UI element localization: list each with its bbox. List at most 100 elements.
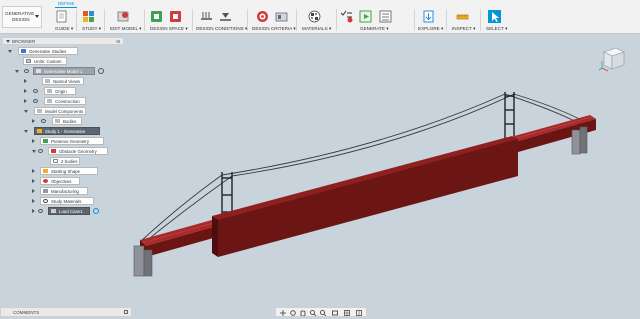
expand-icon[interactable] bbox=[24, 130, 28, 133]
expand-icon[interactable] bbox=[8, 50, 12, 53]
study-1-node[interactable]: Study 1 - Generative bbox=[34, 127, 100, 135]
tree-row[interactable]: Named Views bbox=[24, 77, 104, 85]
tree-label: Model Components bbox=[45, 109, 84, 114]
preserve-geometry-icon bbox=[43, 139, 48, 143]
expand-icon[interactable] bbox=[32, 150, 36, 153]
viewports-icon[interactable] bbox=[356, 310, 362, 316]
tree-row[interactable]: Model Components bbox=[24, 107, 104, 115]
expand-icon[interactable] bbox=[24, 110, 28, 113]
folder-icon bbox=[37, 109, 42, 113]
navigation-bar bbox=[275, 307, 367, 317]
tree-label: Study Materials bbox=[51, 199, 82, 204]
tree-row[interactable]: 2 bodies bbox=[42, 157, 122, 165]
load-case-1-node[interactable]: Load Case1 bbox=[48, 207, 90, 215]
block-end bbox=[212, 216, 218, 257]
expand-icon[interactable] bbox=[32, 169, 35, 173]
activate-target-icon[interactable] bbox=[98, 68, 104, 74]
expand-icon[interactable] bbox=[32, 199, 35, 203]
visibility-eye-icon[interactable] bbox=[38, 209, 43, 213]
tree-label: Study 1 - Generative bbox=[45, 129, 86, 134]
pan-hand-icon[interactable] bbox=[300, 310, 306, 316]
activate-target-icon[interactable] bbox=[93, 208, 99, 214]
obstacle-geometry-node[interactable]: Obstacle Geometry bbox=[48, 147, 108, 155]
visibility-eye-icon[interactable] bbox=[38, 149, 43, 153]
visibility-eye-icon[interactable] bbox=[33, 99, 38, 103]
viewcube[interactable] bbox=[598, 44, 628, 74]
tree-label: Construction bbox=[55, 99, 80, 104]
starting-shape-icon bbox=[43, 169, 48, 173]
tree-label: Bodies bbox=[63, 119, 77, 124]
tree-label: Preserve Geometry bbox=[51, 139, 90, 144]
move-icon[interactable] bbox=[280, 310, 286, 316]
tree-row[interactable]: Obstacle Geometry bbox=[32, 147, 122, 155]
tree-label: Objectives bbox=[51, 179, 72, 184]
generative-studies-node[interactable]: Generative Studies bbox=[18, 47, 78, 55]
studies-icon bbox=[21, 49, 26, 53]
tree-label: Starting Shape bbox=[51, 169, 81, 174]
tree-row[interactable]: Units: Custom bbox=[17, 57, 97, 65]
browser-title: BROWSER bbox=[12, 39, 36, 44]
tree-row[interactable]: Construction bbox=[24, 97, 104, 105]
expand-icon[interactable] bbox=[32, 119, 35, 123]
load-case-icon bbox=[51, 209, 56, 213]
expand-icon[interactable] bbox=[24, 99, 27, 103]
expand-icon[interactable] bbox=[24, 79, 27, 83]
bodies-node[interactable]: Bodies bbox=[52, 117, 82, 125]
tree-row[interactable]: Study 1 - Generative bbox=[24, 127, 124, 135]
folder-icon bbox=[55, 119, 60, 123]
collapse-triangle-icon[interactable] bbox=[6, 40, 10, 43]
tree-row[interactable]: Generative Studies bbox=[8, 47, 118, 55]
grid-snap-icon[interactable] bbox=[344, 310, 350, 316]
display-settings-icon[interactable] bbox=[332, 310, 338, 316]
folder-icon bbox=[45, 79, 50, 83]
left-abutment bbox=[133, 245, 153, 277]
model-components-node[interactable]: Model Components bbox=[34, 107, 86, 115]
expand-icon[interactable] bbox=[32, 139, 35, 143]
tree-row[interactable]: Objectives bbox=[32, 177, 122, 185]
objectives-icon bbox=[43, 179, 48, 183]
origin-node[interactable]: Origin bbox=[44, 87, 76, 95]
tree-label: Manufacturing bbox=[51, 189, 79, 194]
zoom-icon[interactable] bbox=[310, 310, 316, 316]
visibility-eye-icon[interactable] bbox=[33, 89, 38, 93]
preserve-geometry-node[interactable]: Preserve Geometry bbox=[40, 137, 104, 145]
tree-label: Load Case1 bbox=[59, 209, 83, 214]
tree-label: Generative Studies bbox=[29, 49, 67, 54]
study-materials-node[interactable]: Study Materials bbox=[40, 197, 94, 205]
manufacturing-node[interactable]: Manufacturing bbox=[40, 187, 88, 195]
tree-row[interactable]: Study Materials bbox=[32, 197, 122, 205]
right-abutment bbox=[571, 126, 588, 155]
objectives-node[interactable]: Objectives bbox=[40, 177, 80, 185]
construction-node[interactable]: Construction bbox=[44, 97, 86, 105]
expand-icon[interactable] bbox=[32, 179, 35, 183]
right-tower bbox=[504, 92, 515, 138]
tree-row[interactable]: Starting Shape bbox=[32, 167, 122, 175]
tree-row[interactable]: Manufacturing bbox=[32, 187, 122, 195]
expand-icon[interactable] bbox=[32, 189, 35, 193]
tree-row[interactable]: Generative Model 1 bbox=[15, 67, 115, 75]
obstacle-bodies-node[interactable]: 2 bodies bbox=[50, 157, 80, 165]
comments-panel[interactable]: COMMENTS bbox=[0, 307, 132, 317]
zoom-window-icon[interactable] bbox=[320, 310, 326, 316]
expand-comments-icon[interactable] bbox=[124, 310, 128, 314]
orbit-icon[interactable] bbox=[290, 310, 296, 316]
tree-label: 2 bodies bbox=[61, 159, 78, 164]
tree-row[interactable]: Load Case1 bbox=[32, 207, 122, 215]
expand-icon[interactable] bbox=[15, 70, 19, 73]
block-face bbox=[218, 139, 518, 257]
generative-model-node[interactable]: Generative Model 1 bbox=[33, 67, 95, 75]
study-icon bbox=[37, 129, 42, 133]
tree-row[interactable]: Bodies bbox=[32, 117, 112, 125]
browser-panel-header[interactable]: BROWSER ⊟ bbox=[2, 37, 124, 45]
visibility-eye-icon[interactable] bbox=[41, 119, 46, 123]
units-icon bbox=[26, 59, 31, 63]
named-views-node[interactable]: Named Views bbox=[42, 77, 84, 85]
tree-row[interactable]: Preserve Geometry bbox=[32, 137, 122, 145]
starting-shape-node[interactable]: Starting Shape bbox=[40, 167, 98, 175]
expand-icon[interactable] bbox=[32, 209, 35, 213]
expand-icon[interactable] bbox=[24, 89, 27, 93]
visibility-eye-icon[interactable] bbox=[24, 69, 29, 73]
units-node[interactable]: Units: Custom bbox=[23, 57, 67, 65]
tree-row[interactable]: Origin bbox=[24, 87, 104, 95]
pin-icon[interactable]: ⊟ bbox=[116, 39, 120, 45]
